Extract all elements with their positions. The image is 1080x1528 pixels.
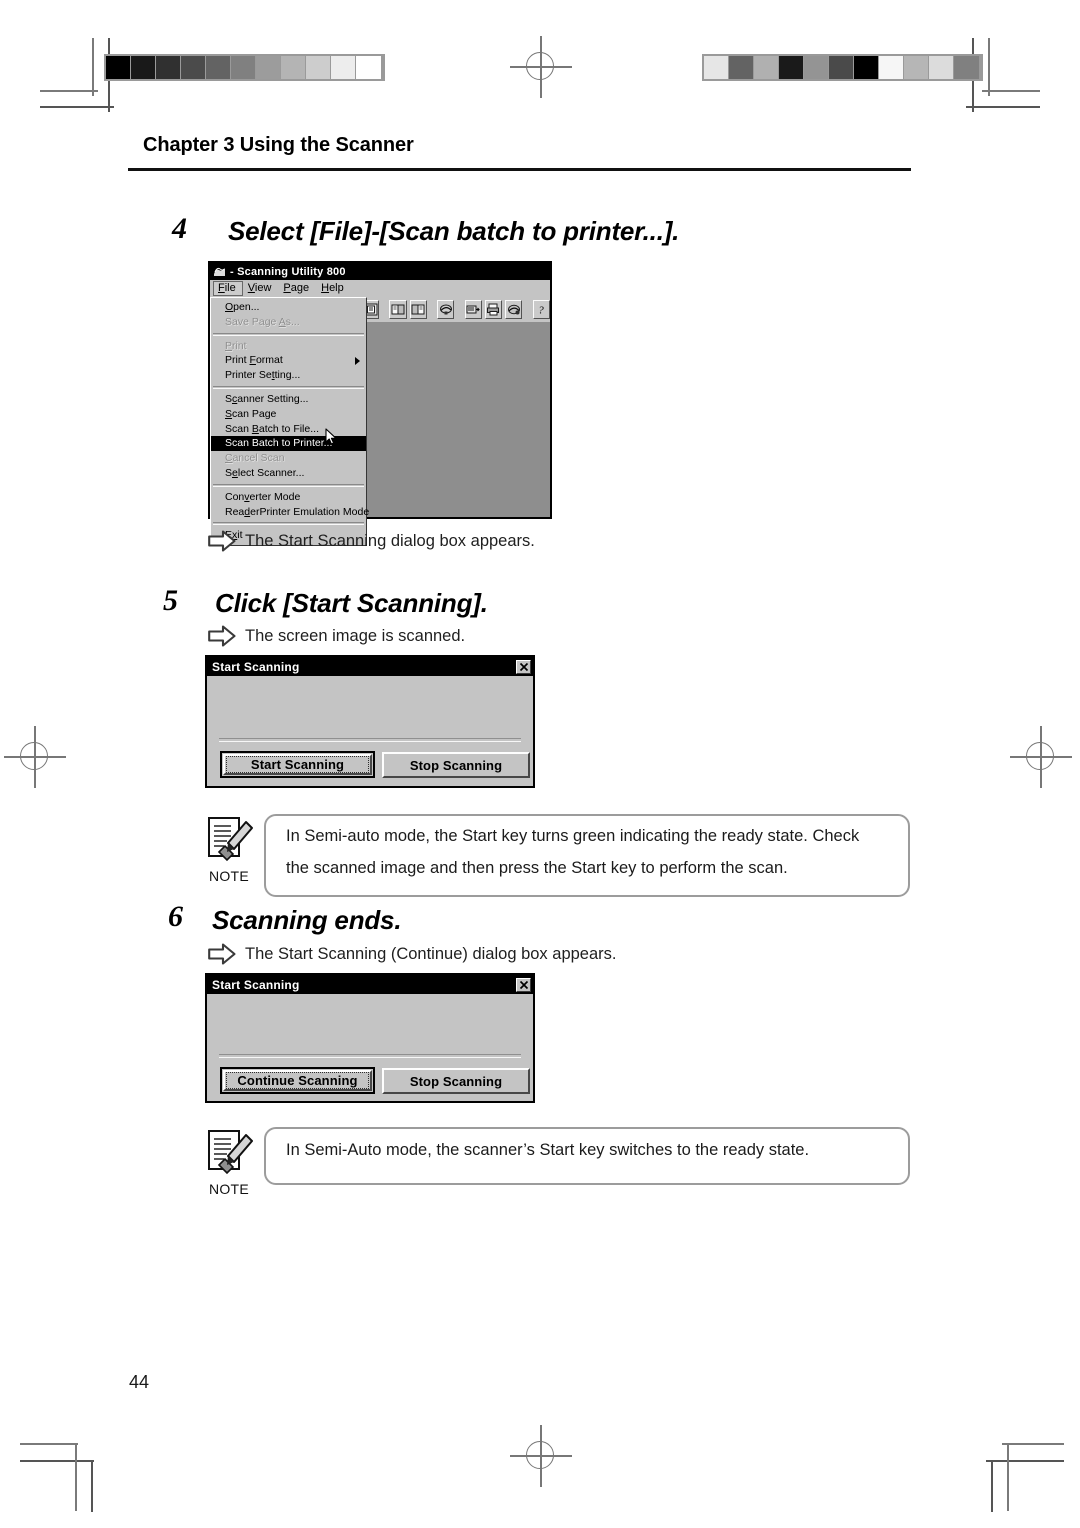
- step-title-5: Click [Start Scanning].: [215, 588, 488, 618]
- menu-file[interactable]: File: [213, 281, 243, 296]
- menu-separator: [213, 385, 364, 389]
- window-title-text: - Scanning Utility 800: [230, 265, 346, 278]
- step-6-result: The Start Scanning (Continue) dialog box…: [208, 943, 616, 965]
- note-text-line-2: the scanned image and then press the Sta…: [286, 859, 788, 877]
- file-menu-dropdown[interactable]: Open... Save Page As... Print Print Form…: [210, 297, 369, 547]
- print-icon[interactable]: [505, 300, 523, 319]
- scan-batch-file-icon[interactable]: [464, 300, 482, 319]
- menu-item-select-scanner[interactable]: Select Scanner...: [211, 466, 366, 481]
- menu-item-print-format[interactable]: Print Format: [211, 353, 366, 368]
- note-label: NOTE: [208, 868, 250, 884]
- menu-item-cancel-scan[interactable]: Cancel Scan: [211, 451, 366, 466]
- step-4-result: The Start Scanning dialog box appears.: [208, 530, 535, 552]
- step-title-4: Select [File]-[Scan batch to printer...]…: [228, 216, 680, 246]
- arrow-right-outline-icon: [208, 530, 236, 552]
- stop-scanning-button-label: Stop Scanning: [409, 1073, 503, 1089]
- menu-item-print[interactable]: Print: [211, 339, 366, 354]
- help-icon[interactable]: ?: [532, 300, 550, 319]
- step-number-5: 5: [163, 584, 178, 617]
- menu-item-readerprinter-emulation-mode[interactable]: ReaderPrinter Emulation Mode: [211, 505, 369, 520]
- header-rule: [128, 168, 911, 171]
- step-4-result-text: The Start Scanning dialog box appears.: [245, 531, 535, 550]
- dialog-title-text: Start Scanning: [212, 977, 300, 992]
- menu-item-scan-batch-to-file[interactable]: Scan Batch to File...: [211, 422, 366, 437]
- menu-item-printer-setting[interactable]: Printer Setting...: [211, 368, 366, 383]
- menu-item-converter-mode[interactable]: Converter Mode: [211, 490, 366, 505]
- note-pencil-icon: [208, 817, 253, 862]
- scanner-app-icon: [213, 265, 226, 278]
- dialog-divider: [219, 1054, 521, 1058]
- step-6-result-text: The Start Scanning (Continue) dialog box…: [245, 944, 617, 963]
- note-callout-2: NOTE In Semi-Auto mode, the scanner’s St…: [198, 1125, 910, 1200]
- close-icon[interactable]: [516, 659, 531, 674]
- svg-text:?: ?: [539, 305, 545, 317]
- menu-item-scan-batch-to-printer[interactable]: Scan Batch to Printer...: [211, 436, 366, 452]
- stop-scanning-button[interactable]: Stop Scanning: [382, 1068, 530, 1094]
- submenu-arrow-icon: [355, 356, 360, 365]
- note-text: In Semi-Auto mode, the scanner’s Start k…: [286, 1137, 896, 1163]
- mouse-pointer-icon: [325, 428, 337, 445]
- close-icon[interactable]: [516, 977, 531, 992]
- menu-separator: [213, 483, 364, 487]
- arrow-right-outline-icon: [208, 625, 236, 647]
- menu-separator: [213, 332, 364, 336]
- dialog-divider: [219, 738, 521, 742]
- dialog-body: Start Scanning Stop Scanning: [207, 676, 533, 786]
- focus-ring: [226, 756, 369, 773]
- scanning-utility-window[interactable]: - Scanning Utility 800 File View Page He…: [208, 261, 552, 547]
- menubar[interactable]: File View Page Help: [210, 280, 550, 298]
- step-5-result-text: The screen image is scanned.: [245, 626, 466, 645]
- note-icon-wrap: NOTE: [198, 1125, 260, 1197]
- scan-page-icon[interactable]: [437, 300, 455, 319]
- continue-scanning-button[interactable]: Continue Scanning: [220, 1067, 375, 1094]
- continue-scanning-dialog[interactable]: Start Scanning Continue Scanning Stop Sc…: [205, 973, 535, 1103]
- menu-separator: [213, 522, 364, 526]
- dialog-title-text: Start Scanning: [212, 659, 300, 674]
- start-scanning-button[interactable]: Start Scanning: [220, 751, 375, 778]
- menu-view[interactable]: View: [243, 281, 279, 296]
- step-number-6: 6: [168, 900, 183, 933]
- book-left-icon[interactable]: [389, 300, 407, 319]
- start-scanning-dialog[interactable]: Start Scanning Start Scanning Stop Scann…: [205, 655, 535, 788]
- step-number-4: 4: [172, 212, 187, 245]
- menu-help[interactable]: Help: [316, 281, 351, 296]
- note-pencil-icon: [208, 1130, 253, 1175]
- page-title: Chapter 3 Using the Scanner: [143, 134, 414, 156]
- menu-item-open[interactable]: Open...: [211, 300, 366, 315]
- dialog-titlebar: Start Scanning: [207, 975, 533, 994]
- step-5-result: The screen image is scanned.: [208, 625, 465, 647]
- menu-item-scan-page[interactable]: Scan Page: [211, 407, 366, 422]
- focus-ring: [226, 1072, 369, 1089]
- book-right-icon[interactable]: [409, 300, 427, 319]
- scan-batch-printer-icon[interactable]: [484, 300, 503, 319]
- window-titlebar: - Scanning Utility 800: [210, 263, 550, 280]
- note-text: In Semi-auto mode, the Start key turns g…: [286, 820, 896, 884]
- note-label: NOTE: [208, 1181, 250, 1197]
- dialog-body: Continue Scanning Stop Scanning: [207, 994, 533, 1101]
- note-text-line-1: In Semi-auto mode, the Start key turns g…: [286, 827, 860, 845]
- menu-item-scanner-setting[interactable]: Scanner Setting...: [211, 392, 366, 407]
- stop-scanning-button-label: Stop Scanning: [409, 757, 503, 773]
- arrow-right-outline-icon: [208, 943, 236, 965]
- note-callout-1: NOTE In Semi-auto mode, the Start key tu…: [198, 812, 910, 902]
- step-title-6: Scanning ends.: [212, 905, 402, 935]
- note-icon-wrap: NOTE: [198, 812, 260, 884]
- page-number: 44: [129, 1372, 150, 1392]
- stop-scanning-button[interactable]: Stop Scanning: [382, 752, 530, 778]
- menu-item-save-page-as[interactable]: Save Page As...: [211, 315, 366, 330]
- note-text-line-1: In Semi-Auto mode, the scanner’s Start k…: [286, 1141, 810, 1159]
- dialog-titlebar: Start Scanning: [207, 657, 533, 676]
- menu-page[interactable]: Page: [278, 281, 316, 296]
